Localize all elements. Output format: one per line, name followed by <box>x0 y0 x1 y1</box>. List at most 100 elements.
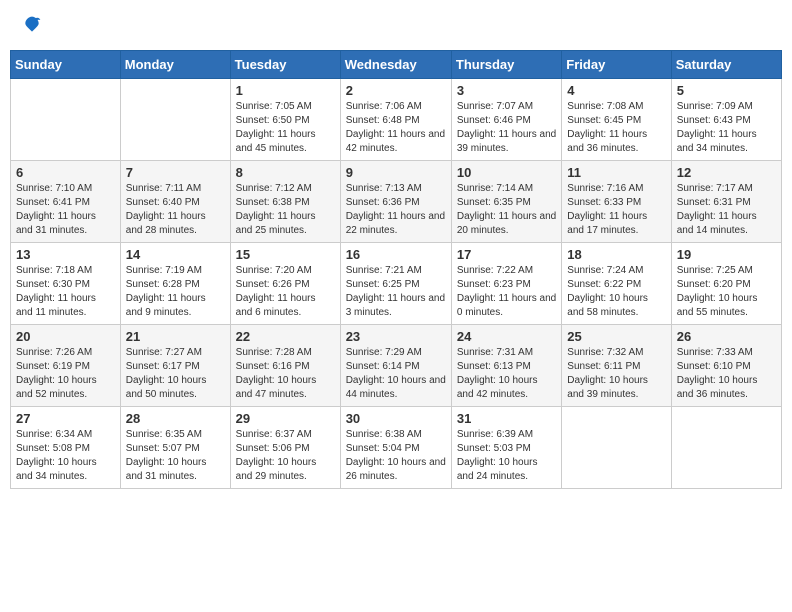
day-info: Sunrise: 7:33 AM Sunset: 6:10 PM Dayligh… <box>677 346 776 402</box>
day-number: 11 <box>567 165 665 180</box>
calendar-cell: 17 Sunrise: 7:22 AM Sunset: 6:23 PM Dayli… <box>451 243 561 325</box>
day-info: Sunrise: 6:38 AM Sunset: 5:04 PM Dayligh… <box>346 428 446 484</box>
calendar-week-row: 6Sunrise: 7:10 AM Sunset: 6:41 PM Daylig… <box>11 161 782 243</box>
calendar-cell: 18 Sunrise: 7:24 AM Sunset: 6:22 PM Dayli… <box>562 243 671 325</box>
calendar-cell: 10 Sunrise: 7:14 AM Sunset: 6:35 PM Dayli… <box>451 161 561 243</box>
calendar-cell: 5 Sunrise: 7:09 AM Sunset: 6:43 PM Daylig… <box>671 79 781 161</box>
calendar-cell: 4 Sunrise: 7:08 AM Sunset: 6:45 PM Daylig… <box>562 79 671 161</box>
day-info: Sunrise: 7:19 AM Sunset: 6:28 PM Dayligh… <box>126 264 225 320</box>
day-info: Sunrise: 7:07 AM Sunset: 6:46 PM Dayligh… <box>457 100 556 156</box>
day-info: Sunrise: 7:21 AM Sunset: 6:25 PM Dayligh… <box>346 264 446 320</box>
day-number: 30 <box>346 411 446 426</box>
day-number: 10 <box>457 165 556 180</box>
day-number: 13 <box>16 247 115 262</box>
calendar-cell: 2Sunrise: 7:06 AM Sunset: 6:48 PM Daylig… <box>340 79 451 161</box>
day-number: 19 <box>677 247 776 262</box>
calendar-cell: 1 Sunrise: 7:05 AM Sunset: 6:50 PM Daylig… <box>230 79 340 161</box>
calendar-cell: 14Sunrise: 7:19 AM Sunset: 6:28 PM Dayli… <box>120 243 230 325</box>
day-number: 27 <box>16 411 115 426</box>
calendar-cell <box>11 79 121 161</box>
calendar-cell: 27 Sunrise: 6:34 AM Sunset: 5:08 PM Dayli… <box>11 407 121 489</box>
calendar-header-row: SundayMondayTuesdayWednesdayThursdayFrid… <box>11 51 782 79</box>
day-info: Sunrise: 7:32 AM Sunset: 6:11 PM Dayligh… <box>567 346 665 402</box>
calendar-week-row: 20 Sunrise: 7:26 AM Sunset: 6:19 PM Dayli… <box>11 325 782 407</box>
logo-bird-icon <box>22 15 42 35</box>
day-info: Sunrise: 7:11 AM Sunset: 6:40 PM Dayligh… <box>126 182 225 238</box>
day-info: Sunrise: 7:05 AM Sunset: 6:50 PM Dayligh… <box>236 100 335 156</box>
day-number: 20 <box>16 329 115 344</box>
day-info: Sunrise: 7:09 AM Sunset: 6:43 PM Dayligh… <box>677 100 776 156</box>
calendar-cell: 13 Sunrise: 7:18 AM Sunset: 6:30 PM Dayli… <box>11 243 121 325</box>
calendar-cell <box>562 407 671 489</box>
calendar-cell: 28Sunrise: 6:35 AM Sunset: 5:07 PM Dayli… <box>120 407 230 489</box>
day-number: 18 <box>567 247 665 262</box>
calendar-cell: 16Sunrise: 7:21 AM Sunset: 6:25 PM Dayli… <box>340 243 451 325</box>
day-number: 28 <box>126 411 225 426</box>
day-number: 25 <box>567 329 665 344</box>
day-info: Sunrise: 7:16 AM Sunset: 6:33 PM Dayligh… <box>567 182 665 238</box>
calendar-cell: 11 Sunrise: 7:16 AM Sunset: 6:33 PM Dayli… <box>562 161 671 243</box>
day-info: Sunrise: 7:22 AM Sunset: 6:23 PM Dayligh… <box>457 264 556 320</box>
day-info: Sunrise: 7:28 AM Sunset: 6:16 PM Dayligh… <box>236 346 335 402</box>
weekday-header-friday: Friday <box>562 51 671 79</box>
day-number: 8 <box>236 165 335 180</box>
day-info: Sunrise: 7:25 AM Sunset: 6:20 PM Dayligh… <box>677 264 776 320</box>
calendar-cell: 9Sunrise: 7:13 AM Sunset: 6:36 PM Daylig… <box>340 161 451 243</box>
day-number: 1 <box>236 83 335 98</box>
calendar-cell: 29Sunrise: 6:37 AM Sunset: 5:06 PM Dayli… <box>230 407 340 489</box>
calendar-cell: 22 Sunrise: 7:28 AM Sunset: 6:16 PM Dayli… <box>230 325 340 407</box>
day-number: 31 <box>457 411 556 426</box>
calendar-cell: 6Sunrise: 7:10 AM Sunset: 6:41 PM Daylig… <box>11 161 121 243</box>
calendar-week-row: 13 Sunrise: 7:18 AM Sunset: 6:30 PM Dayli… <box>11 243 782 325</box>
day-number: 15 <box>236 247 335 262</box>
calendar-cell: 12Sunrise: 7:17 AM Sunset: 6:31 PM Dayli… <box>671 161 781 243</box>
day-info: Sunrise: 7:14 AM Sunset: 6:35 PM Dayligh… <box>457 182 556 238</box>
calendar-week-row: 1 Sunrise: 7:05 AM Sunset: 6:50 PM Daylig… <box>11 79 782 161</box>
calendar-week-row: 27 Sunrise: 6:34 AM Sunset: 5:08 PM Dayli… <box>11 407 782 489</box>
weekday-header-thursday: Thursday <box>451 51 561 79</box>
calendar-cell: 20 Sunrise: 7:26 AM Sunset: 6:19 PM Dayli… <box>11 325 121 407</box>
day-info: Sunrise: 7:26 AM Sunset: 6:19 PM Dayligh… <box>16 346 115 402</box>
weekday-header-tuesday: Tuesday <box>230 51 340 79</box>
calendar-cell: 15 Sunrise: 7:20 AM Sunset: 6:26 PM Dayli… <box>230 243 340 325</box>
calendar-cell <box>671 407 781 489</box>
day-number: 2 <box>346 83 446 98</box>
day-info: Sunrise: 7:29 AM Sunset: 6:14 PM Dayligh… <box>346 346 446 402</box>
day-number: 5 <box>677 83 776 98</box>
calendar-cell: 23 Sunrise: 7:29 AM Sunset: 6:14 PM Dayli… <box>340 325 451 407</box>
day-number: 3 <box>457 83 556 98</box>
calendar-cell: 7Sunrise: 7:11 AM Sunset: 6:40 PM Daylig… <box>120 161 230 243</box>
calendar-cell: 21Sunrise: 7:27 AM Sunset: 6:17 PM Dayli… <box>120 325 230 407</box>
calendar-cell: 31Sunrise: 6:39 AM Sunset: 5:03 PM Dayli… <box>451 407 561 489</box>
logo <box>20 15 42 35</box>
day-info: Sunrise: 7:24 AM Sunset: 6:22 PM Dayligh… <box>567 264 665 320</box>
day-number: 4 <box>567 83 665 98</box>
page-header <box>10 10 782 40</box>
day-number: 17 <box>457 247 556 262</box>
day-number: 24 <box>457 329 556 344</box>
day-info: Sunrise: 6:37 AM Sunset: 5:06 PM Dayligh… <box>236 428 335 484</box>
day-info: Sunrise: 7:13 AM Sunset: 6:36 PM Dayligh… <box>346 182 446 238</box>
day-number: 26 <box>677 329 776 344</box>
calendar-cell: 19 Sunrise: 7:25 AM Sunset: 6:20 PM Dayli… <box>671 243 781 325</box>
calendar-cell: 3 Sunrise: 7:07 AM Sunset: 6:46 PM Daylig… <box>451 79 561 161</box>
day-info: Sunrise: 7:31 AM Sunset: 6:13 PM Dayligh… <box>457 346 556 402</box>
weekday-header-saturday: Saturday <box>671 51 781 79</box>
day-info: Sunrise: 7:27 AM Sunset: 6:17 PM Dayligh… <box>126 346 225 402</box>
calendar-cell: 24 Sunrise: 7:31 AM Sunset: 6:13 PM Dayli… <box>451 325 561 407</box>
calendar-table: SundayMondayTuesdayWednesdayThursdayFrid… <box>10 50 782 489</box>
day-info: Sunrise: 6:34 AM Sunset: 5:08 PM Dayligh… <box>16 428 115 484</box>
day-number: 23 <box>346 329 446 344</box>
calendar-cell: 26 Sunrise: 7:33 AM Sunset: 6:10 PM Dayli… <box>671 325 781 407</box>
day-info: Sunrise: 7:20 AM Sunset: 6:26 PM Dayligh… <box>236 264 335 320</box>
weekday-header-monday: Monday <box>120 51 230 79</box>
day-info: Sunrise: 7:12 AM Sunset: 6:38 PM Dayligh… <box>236 182 335 238</box>
day-info: Sunrise: 7:08 AM Sunset: 6:45 PM Dayligh… <box>567 100 665 156</box>
day-number: 12 <box>677 165 776 180</box>
weekday-header-sunday: Sunday <box>11 51 121 79</box>
day-number: 22 <box>236 329 335 344</box>
calendar-cell: 8 Sunrise: 7:12 AM Sunset: 6:38 PM Daylig… <box>230 161 340 243</box>
day-info: Sunrise: 7:18 AM Sunset: 6:30 PM Dayligh… <box>16 264 115 320</box>
weekday-header-wednesday: Wednesday <box>340 51 451 79</box>
calendar-cell: 30 Sunrise: 6:38 AM Sunset: 5:04 PM Dayli… <box>340 407 451 489</box>
